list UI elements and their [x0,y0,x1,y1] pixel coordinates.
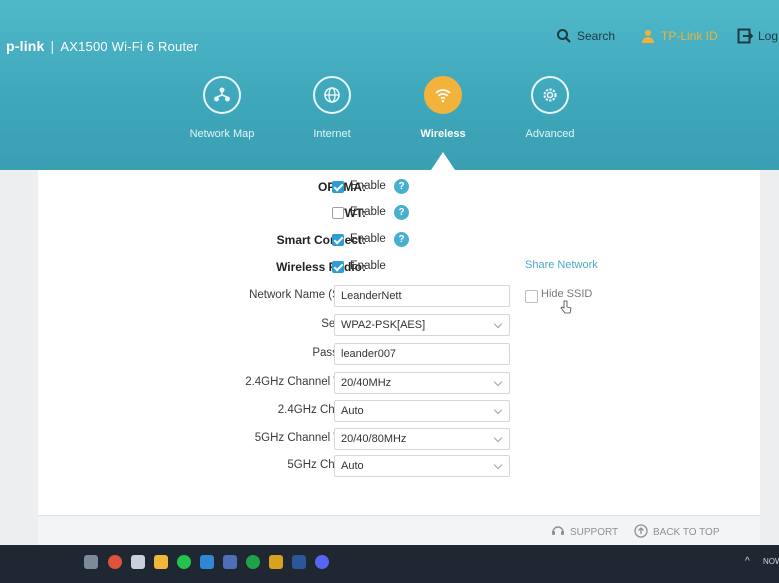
gear-icon [531,76,569,114]
tray-now-text: NOW [763,557,779,566]
word-icon[interactable] [292,555,306,569]
logout-icon [737,28,753,44]
channel-width-5-row: 5GHz Channel Width: 20/40/80MHz [38,428,760,452]
twt-row: TWT: Enable ? [38,202,760,226]
taskbar-app-icon[interactable] [84,555,98,569]
tray-chevron-up-icon[interactable]: ^ [745,556,750,567]
main-tabs: Network Map Internet Wireless Advanced [0,76,779,166]
channel-24-select[interactable]: Auto [334,400,510,422]
channel-5-select[interactable]: Auto [334,455,510,477]
wireless-radio-row: Wireless Radio: Enable [38,256,760,280]
tab-label: Network Map [189,128,255,140]
ofdma-enable-text: Enable [350,180,386,192]
wireless-settings-panel: OFDMA: Enable ? TWT: Enable ? Smart Conn… [38,170,760,515]
wireless-radio-enable-text: Enable [350,260,386,272]
discord-icon[interactable] [315,555,329,569]
wireless-radio-checkbox[interactable] [332,261,344,273]
ofdma-row: OFDMA: Enable ? [38,176,760,200]
globe-icon [313,76,351,114]
help-icon[interactable]: ? [394,179,409,194]
hide-ssid-label: Hide SSID [541,288,593,300]
tab-advanced[interactable]: Advanced [490,76,610,140]
twt-checkbox[interactable] [332,207,344,219]
channel-width-5-select[interactable]: 20/40/80MHz [334,428,510,450]
share-network-link[interactable]: Share Network [525,259,598,271]
tab-internet[interactable]: Internet [272,76,392,140]
wifi-icon [424,76,462,114]
channel-5-row: 5GHz Channel: Auto [38,455,760,479]
ssid-row: Network Name (SSID): LeanderNett [38,285,760,309]
logout-link[interactable]: Log [737,28,778,44]
page-footer: SUPPORT BACK TO TOP [38,515,760,545]
router-model: AX1500 Wi-Fi 6 Router [60,39,199,54]
os-taskbar: ^ NOW [0,545,779,583]
hand-cursor-icon [560,300,572,319]
calendar-icon[interactable] [131,555,145,569]
password-row: Password: leander007 [38,343,760,367]
help-icon[interactable]: ? [394,205,409,220]
security-select[interactable]: WPA2-PSK[AES] [334,314,510,336]
teams-icon[interactable] [223,555,237,569]
tab-network-map[interactable]: Network Map [162,76,282,140]
security-row: Security: WPA2-PSK[AES] [38,314,760,338]
brand-logo-text: p-link [6,38,45,54]
router-header: p-link | AX1500 Wi-Fi 6 Router Search TP-L… [0,0,779,170]
support-link[interactable]: SUPPORT [551,524,618,541]
password-input[interactable]: leander007 [334,343,510,365]
network-map-icon [203,76,241,114]
tab-label: Internet [313,128,351,140]
channel-width-24-select[interactable]: 20/40MHz [334,372,510,394]
tplink-id-label: TP-Link ID [661,29,718,43]
help-icon[interactable]: ? [394,232,409,247]
brand-separator: | [50,38,55,54]
smart-connect-checkbox[interactable] [332,234,344,246]
smart-connect-enable-text: Enable [350,233,386,245]
ofdma-checkbox[interactable] [332,181,344,193]
channel-24-row: 2.4GHz Channel: Auto [38,400,760,424]
back-to-top-link[interactable]: BACK TO TOP [634,524,720,541]
search-link[interactable]: Search [556,28,615,44]
tplink-id-link[interactable]: TP-Link ID [640,28,718,44]
tab-label: Advanced [525,128,575,140]
logout-label: Log [758,29,779,43]
tab-wireless[interactable]: Wireless [383,76,503,140]
twt-enable-text: Enable [350,206,386,218]
smart-connect-row: Smart Connect: Enable ? [38,229,760,253]
support-label: SUPPORT [570,527,619,538]
support-icon [551,524,565,541]
user-icon [640,28,656,44]
chrome-icon[interactable] [246,555,260,569]
channel-width-24-row: 2.4GHz Channel Width: 20/40MHz [38,372,760,396]
spotify-icon[interactable] [177,555,191,569]
brand-title: p-link | AX1500 Wi-Fi 6 Router [6,38,198,54]
hide-ssid-checkbox[interactable] [525,290,538,303]
search-icon [556,28,572,44]
mail-icon[interactable] [200,555,214,569]
browser-viewport: p-link | AX1500 Wi-Fi 6 Router Search TP-L… [0,0,779,545]
ssid-input[interactable]: LeanderNett [334,285,510,307]
folder-icon[interactable] [154,555,168,569]
arrow-up-circle-icon [634,524,648,541]
app-icon[interactable] [269,555,283,569]
tab-label: Wireless [420,128,466,140]
brave-browser-icon[interactable] [108,555,122,569]
active-tab-indicator [431,152,455,170]
search-label: Search [577,29,616,43]
back-to-top-label: BACK TO TOP [653,527,720,538]
